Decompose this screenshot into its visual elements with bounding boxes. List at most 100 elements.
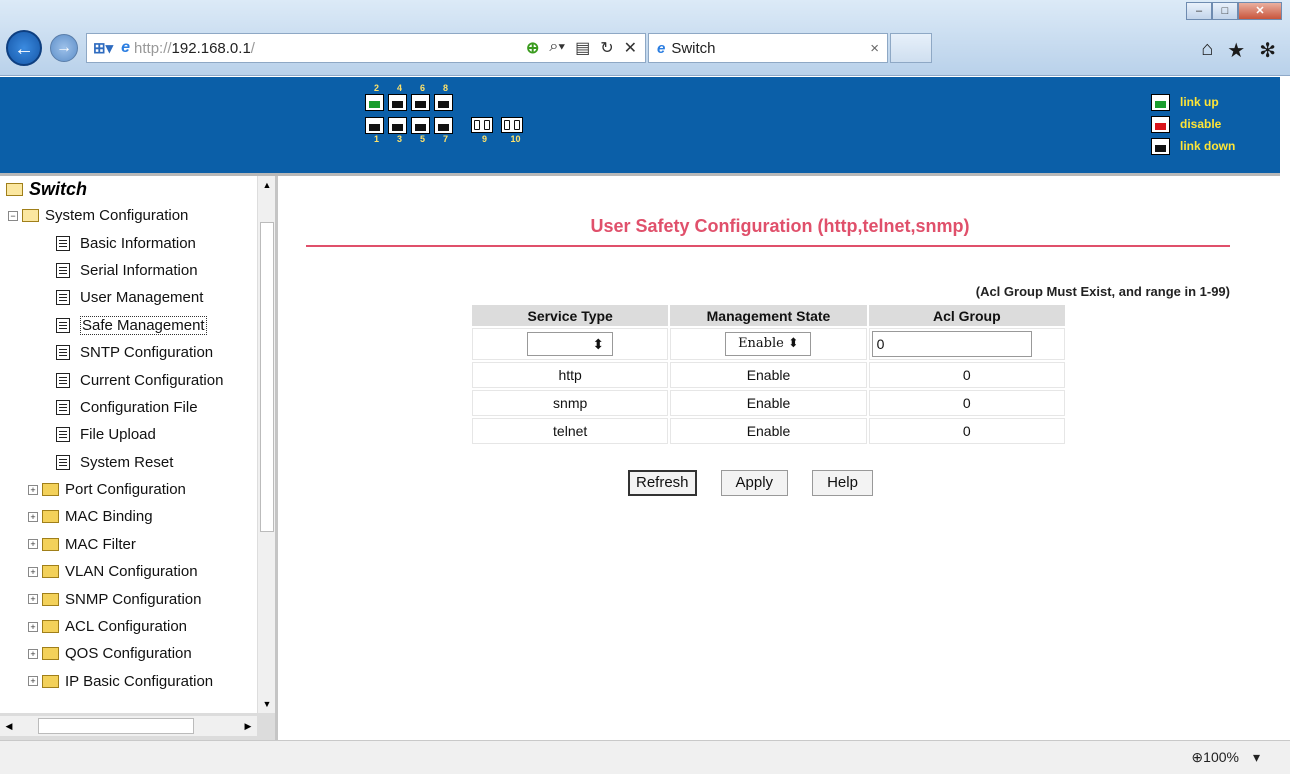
expand-icon[interactable]: + bbox=[28, 621, 38, 632]
port-number: 10 bbox=[510, 134, 521, 144]
fiber-port-icon[interactable] bbox=[501, 117, 523, 133]
back-button[interactable]: ← bbox=[6, 30, 42, 66]
port-icon[interactable] bbox=[388, 94, 407, 111]
expand-icon[interactable]: + bbox=[28, 648, 38, 659]
search-icon[interactable]: ⌕▾ bbox=[549, 38, 565, 58]
tree-item[interactable]: User Management bbox=[0, 284, 257, 311]
refresh-icon[interactable]: ↻ bbox=[600, 38, 613, 58]
tree-item[interactable]: Safe Management bbox=[0, 312, 257, 339]
ie-page-icon: e bbox=[121, 39, 131, 56]
minimize-button[interactable]: ‒ bbox=[1186, 2, 1212, 20]
top-port-numbers: 2 4 6 8 bbox=[365, 83, 531, 94]
scroll-up-arrow-icon[interactable]: ▲ bbox=[258, 176, 276, 194]
expand-icon[interactable]: + bbox=[28, 676, 38, 687]
port-number: 3 bbox=[396, 134, 402, 144]
address-host: 192.168.0.1 bbox=[171, 39, 251, 57]
port-icon[interactable] bbox=[434, 94, 453, 111]
user-safety-table: Service Type Management State Acl Group … bbox=[470, 302, 1067, 446]
table-cell: snmp bbox=[472, 390, 669, 416]
tree-folder-label: VLAN Configuration bbox=[65, 563, 198, 581]
scroll-left-arrow-icon[interactable]: ◀ bbox=[0, 716, 18, 736]
tree-folder-label: IP Basic Configuration bbox=[65, 672, 214, 690]
port-icon[interactable] bbox=[388, 117, 407, 134]
port-icon[interactable] bbox=[365, 94, 384, 111]
collapse-icon[interactable]: − bbox=[8, 210, 18, 221]
apply-button[interactable]: Apply bbox=[720, 470, 789, 496]
address-bar[interactable]: ⊞▾ e http://192.168.0.1/ ⊕ ⌕▾ ▤ ↻ ✕ bbox=[86, 33, 646, 63]
tree-system-configuration[interactable]: − System Configuration bbox=[0, 202, 257, 229]
favorites-star-icon[interactable]: ★ bbox=[1227, 38, 1245, 63]
scroll-right-arrow-icon[interactable]: ▶ bbox=[239, 716, 257, 736]
browser-tab[interactable]: e Switch × bbox=[648, 33, 888, 63]
table-cell: telnet bbox=[472, 418, 669, 444]
tree-folder[interactable]: + SNMP Configuration bbox=[0, 585, 257, 612]
tree-item[interactable]: SNTP Configuration bbox=[0, 339, 257, 366]
scroll-thumb[interactable] bbox=[38, 718, 194, 734]
add-on-icon[interactable]: ⊕ bbox=[526, 38, 539, 58]
close-tab-icon[interactable]: × bbox=[870, 40, 879, 57]
page-icon bbox=[56, 372, 70, 388]
expand-icon[interactable]: + bbox=[28, 594, 38, 605]
home-icon[interactable]: ⌂ bbox=[1201, 38, 1213, 63]
folder-icon bbox=[42, 510, 59, 524]
tree-folder[interactable]: + QOS Configuration bbox=[0, 640, 257, 667]
tree-folder[interactable]: + Port Configuration bbox=[0, 476, 257, 503]
tree-folder[interactable]: + MAC Binding bbox=[0, 503, 257, 530]
status-bar: ⊕100% ▾ bbox=[0, 740, 1290, 774]
tree-folder-label: MAC Binding bbox=[65, 508, 153, 526]
action-buttons: Refresh Apply Help bbox=[628, 470, 873, 496]
forward-button[interactable]: → bbox=[50, 34, 78, 62]
tree-item[interactable]: System Reset bbox=[0, 449, 257, 476]
tree-item[interactable]: Serial Information bbox=[0, 257, 257, 284]
sidebar-horizontal-scrollbar[interactable]: ◀ ▶ bbox=[0, 716, 257, 736]
maximize-button[interactable]: □ bbox=[1212, 2, 1238, 20]
tree-folder[interactable]: + IP Basic Configuration bbox=[0, 668, 257, 695]
tree-item[interactable]: Basic Information bbox=[0, 229, 257, 256]
port-icon[interactable] bbox=[365, 117, 384, 134]
zoom-control[interactable]: ⊕100% ▾ bbox=[1191, 749, 1260, 766]
management-state-select[interactable]: Enable ⬍ bbox=[725, 332, 812, 356]
tree-node-label: System Configuration bbox=[45, 207, 189, 225]
service-type-select[interactable]: ⬍ bbox=[527, 332, 614, 356]
tree-root[interactable]: Switch bbox=[0, 176, 257, 202]
disable-port-icon bbox=[1151, 115, 1170, 133]
table-cell: Enable bbox=[670, 418, 867, 444]
tree-item[interactable]: File Upload bbox=[0, 421, 257, 448]
port-icon[interactable] bbox=[411, 94, 430, 111]
scroll-thumb[interactable] bbox=[260, 222, 274, 532]
link-down-port-icon bbox=[1151, 137, 1170, 155]
sidebar-vertical-scrollbar[interactable]: ▲ ▼ bbox=[257, 176, 275, 713]
zoom-icon: ⊕ bbox=[1191, 749, 1204, 765]
tree-item[interactable]: Configuration File bbox=[0, 394, 257, 421]
port-icon[interactable] bbox=[411, 117, 430, 134]
acl-group-cell: 0 bbox=[868, 328, 1065, 360]
tree-folder[interactable]: + VLAN Configuration bbox=[0, 558, 257, 585]
fiber-port-icon[interactable] bbox=[471, 117, 493, 133]
acl-group-input[interactable]: 0 bbox=[871, 331, 1032, 357]
tree-item[interactable]: Current Configuration bbox=[0, 366, 257, 393]
open-folder-icon bbox=[6, 182, 23, 196]
help-button[interactable]: Help bbox=[812, 470, 873, 496]
new-tab-button[interactable] bbox=[890, 33, 932, 63]
stop-icon[interactable]: ✕ bbox=[624, 38, 637, 58]
refresh-button[interactable]: Refresh bbox=[628, 470, 697, 496]
compat-icon[interactable]: ▤ bbox=[575, 38, 590, 58]
tree-item-label: Current Configuration bbox=[80, 371, 224, 389]
close-window-button[interactable]: ✕ bbox=[1238, 2, 1282, 20]
folder-icon bbox=[42, 592, 59, 606]
tree-folder[interactable]: + MAC Filter bbox=[0, 531, 257, 558]
expand-icon[interactable]: + bbox=[28, 539, 38, 550]
port-legend: link up disable link down bbox=[1151, 91, 1235, 157]
top-port-row bbox=[365, 94, 531, 111]
compat-view-icon[interactable]: ⊞▾ bbox=[93, 39, 113, 57]
expand-icon[interactable]: + bbox=[28, 511, 38, 522]
expand-icon[interactable]: + bbox=[28, 566, 38, 577]
port-gap bbox=[457, 117, 471, 134]
zoom-dropdown-icon[interactable]: ▾ bbox=[1253, 749, 1260, 765]
port-icon[interactable] bbox=[434, 117, 453, 134]
expand-icon[interactable]: + bbox=[28, 484, 38, 495]
scroll-down-arrow-icon[interactable]: ▼ bbox=[258, 695, 276, 713]
tree-folder[interactable]: + ACL Configuration bbox=[0, 613, 257, 640]
settings-gear-icon[interactable]: ✻ bbox=[1259, 38, 1276, 63]
header-management-state: Management State bbox=[670, 304, 867, 326]
